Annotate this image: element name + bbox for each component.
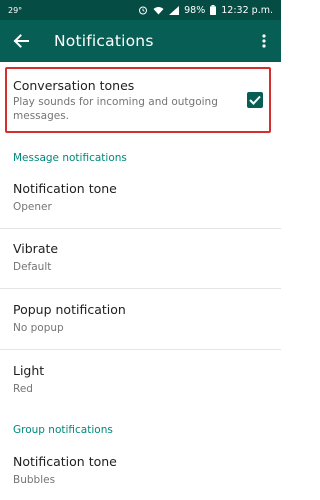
more-vert-icon: [262, 34, 266, 48]
message-notification-tone-row[interactable]: Notification tone Opener: [0, 169, 281, 229]
temperature-indicator: 29°: [8, 5, 23, 15]
pref-title: Light: [13, 363, 45, 378]
group-notification-tone-row[interactable]: Notification tone Bubbles: [0, 442, 281, 500]
page-title: Notifications: [54, 32, 154, 50]
conversation-tones-title: Conversation tones: [13, 78, 135, 93]
light-row[interactable]: Light Red: [0, 351, 281, 411]
pref-value: Default: [13, 261, 52, 273]
pref-value: Opener: [13, 201, 52, 213]
check-icon: [249, 95, 261, 105]
more-options-button[interactable]: [251, 20, 277, 62]
arrow-back-icon: [13, 34, 29, 48]
popup-notification-row[interactable]: Popup notification No popup: [0, 290, 281, 350]
vibrate-row[interactable]: Vibrate Default: [0, 229, 281, 289]
status-bar: 29° 98% 12:32 p.m.: [0, 0, 281, 20]
group-notifications-header: Group notifications: [13, 424, 113, 436]
pref-title: Notification tone: [13, 181, 117, 196]
wifi-icon: [153, 6, 164, 15]
pref-value: No popup: [13, 322, 64, 334]
pref-value: Bubbles: [13, 474, 56, 486]
conversation-tones-row[interactable]: Conversation tones Play sounds for incom…: [0, 62, 281, 140]
pref-title: Popup notification: [13, 302, 126, 317]
back-button[interactable]: [2, 20, 40, 62]
alarm-icon: [138, 5, 148, 15]
clock-time: 12:32 p.m.: [221, 4, 273, 16]
app-bar: Notifications: [0, 20, 281, 62]
signal-icon: [169, 5, 180, 15]
conversation-tones-checkbox[interactable]: [247, 92, 263, 108]
battery-icon: [210, 5, 217, 15]
message-notifications-header: Message notifications: [13, 152, 127, 164]
conversation-tones-subtitle: Play sounds for incoming and outgoing me…: [13, 96, 218, 122]
battery-percent: 98%: [184, 4, 206, 16]
pref-title: Notification tone: [13, 454, 117, 469]
pref-title: Vibrate: [13, 241, 59, 256]
pref-value: Red: [13, 383, 33, 395]
